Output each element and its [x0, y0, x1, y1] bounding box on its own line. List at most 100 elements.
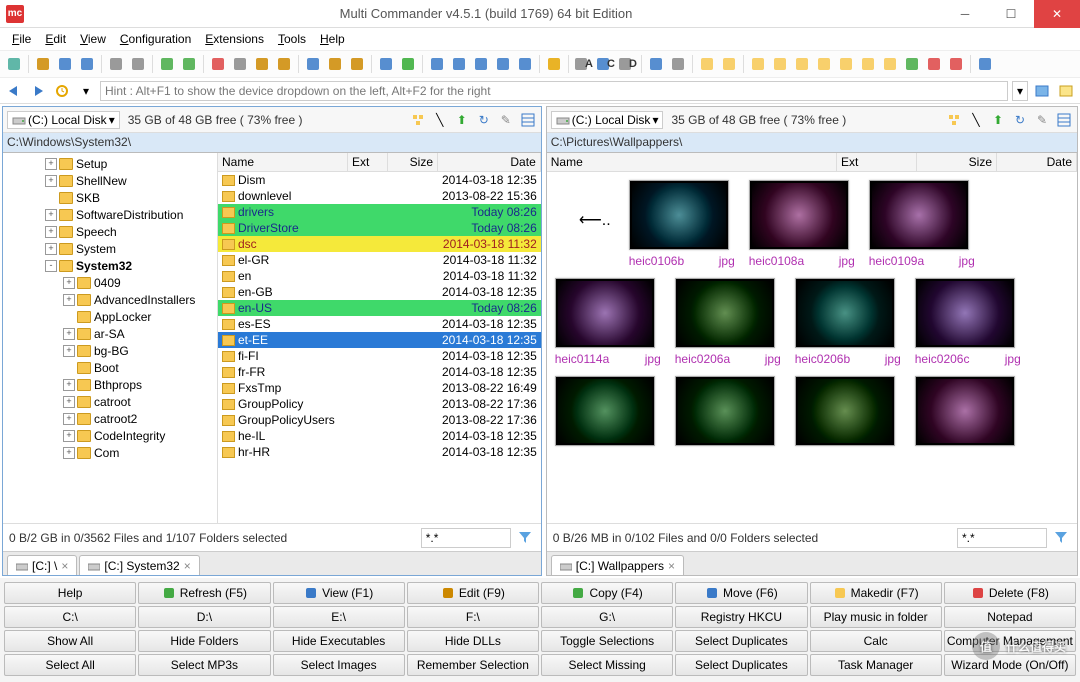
fn-button[interactable]: Help: [4, 582, 136, 604]
thumbnail-image[interactable]: [675, 376, 775, 446]
fn-button[interactable]: Wizard Mode (On/Off): [944, 654, 1076, 676]
dropdown-icon[interactable]: ▾: [76, 81, 96, 101]
thumb-item[interactable]: [675, 376, 781, 446]
fn-button[interactable]: Toggle Selections: [541, 630, 673, 652]
thumb-item[interactable]: heic0206cjpg: [915, 278, 1021, 366]
close-button[interactable]: ✕: [1034, 0, 1080, 28]
copy3-icon[interactable]: [471, 54, 491, 74]
drvD-icon[interactable]: D: [617, 54, 637, 74]
tree-label[interactable]: catroot2: [94, 412, 137, 426]
rename-icon[interactable]: [303, 54, 323, 74]
right-path[interactable]: C:\Pictures\Wallpappers\: [547, 133, 1077, 153]
home-icon[interactable]: [924, 54, 944, 74]
thumbnail-image[interactable]: [555, 376, 655, 446]
fld6-icon[interactable]: [814, 54, 834, 74]
tree-node[interactable]: AppLocker: [5, 308, 215, 325]
doc-red-icon[interactable]: [208, 54, 228, 74]
tree-node[interactable]: +Setup: [5, 155, 215, 172]
thumbnail-image[interactable]: [749, 180, 849, 250]
left-filter-input[interactable]: [421, 528, 511, 548]
maximize-button[interactable]: ☐: [988, 0, 1034, 28]
tree-label[interactable]: System: [76, 242, 116, 256]
fn-button[interactable]: Copy (F4): [541, 582, 673, 604]
tree-expand-icon[interactable]: +: [45, 226, 57, 238]
box-plus-icon[interactable]: [274, 54, 294, 74]
fld5-icon[interactable]: [792, 54, 812, 74]
funnel-icon[interactable]: [1053, 529, 1071, 547]
panel-tab[interactable]: [C:] Wallpappers×: [551, 555, 684, 575]
up-icon[interactable]: ⬆: [989, 111, 1007, 129]
file-row[interactable]: FxsTmp2013-08-22 16:49: [218, 380, 541, 396]
left-filelist[interactable]: Name Ext Size Date Dism2014-03-18 12:35d…: [218, 153, 541, 523]
col-date[interactable]: Date: [997, 153, 1077, 171]
tree-node[interactable]: +0409: [5, 274, 215, 291]
menu-extensions[interactable]: Extensions: [199, 30, 270, 48]
colors-icon[interactable]: [544, 54, 564, 74]
wand-icon[interactable]: ✎: [1033, 111, 1051, 129]
file-row[interactable]: es-ES2014-03-18 12:35: [218, 316, 541, 332]
menu-edit[interactable]: Edit: [39, 30, 72, 48]
thumb-item[interactable]: heic0114ajpg: [555, 278, 661, 366]
file-row[interactable]: GroupPolicyUsers2013-08-22 17:36: [218, 412, 541, 428]
fn-button[interactable]: Remember Selection: [407, 654, 539, 676]
fn-button[interactable]: Select Duplicates: [675, 654, 807, 676]
tree-expand-icon[interactable]: +: [63, 294, 75, 306]
col-date[interactable]: Date: [438, 153, 541, 171]
menu-help[interactable]: Help: [314, 30, 351, 48]
tree-expand-icon[interactable]: -: [45, 260, 57, 272]
thumbnail-image[interactable]: [629, 180, 729, 250]
tree-node[interactable]: +AdvancedInstallers: [5, 291, 215, 308]
fn-button[interactable]: Move (F6): [675, 582, 807, 604]
file-row[interactable]: he-IL2014-03-18 12:35: [218, 428, 541, 444]
file-row[interactable]: Dism2014-03-18 12:35: [218, 172, 541, 188]
menu-file[interactable]: File: [6, 30, 37, 48]
col-ext[interactable]: Ext: [837, 153, 917, 171]
fn-button[interactable]: C:\: [4, 606, 136, 628]
tree-expand-icon[interactable]: +: [63, 447, 75, 459]
pack-icon[interactable]: [325, 54, 345, 74]
fn-button[interactable]: Refresh (F5): [138, 582, 270, 604]
tree-label[interactable]: AppLocker: [94, 310, 151, 324]
fn-button[interactable]: E:\: [273, 606, 405, 628]
right-columns-header[interactable]: Name Ext Size Date: [547, 153, 1077, 172]
thumbnail-image[interactable]: [675, 278, 775, 348]
fn-button[interactable]: Show All: [4, 630, 136, 652]
tree-label[interactable]: SoftwareDistribution: [76, 208, 183, 222]
fn-button[interactable]: Play music in folder: [810, 606, 942, 628]
thumbnail-image[interactable]: [915, 278, 1015, 348]
fn-button[interactable]: Calc: [810, 630, 942, 652]
wand-icon[interactable]: ✎: [497, 111, 515, 129]
tree-expand-icon[interactable]: +: [63, 277, 75, 289]
col-size[interactable]: Size: [917, 153, 997, 171]
drvA-icon[interactable]: A: [573, 54, 593, 74]
thumbnail-image[interactable]: [915, 376, 1015, 446]
fn-button[interactable]: Notepad: [944, 606, 1076, 628]
file-row[interactable]: et-EE2014-03-18 12:35: [218, 332, 541, 348]
tree-expand-icon[interactable]: [45, 192, 57, 204]
slash-icon[interactable]: ╲: [431, 111, 449, 129]
drvB-icon[interactable]: C: [595, 54, 615, 74]
box-icon[interactable]: [252, 54, 272, 74]
refresh-panel-icon[interactable]: ↻: [1011, 111, 1029, 129]
thumb-item[interactable]: [555, 376, 661, 446]
tree-label[interactable]: CodeIntegrity: [94, 429, 165, 443]
tree-label[interactable]: System32: [76, 259, 132, 273]
layout2-icon[interactable]: [128, 54, 148, 74]
tree-node[interactable]: +catroot2: [5, 410, 215, 427]
thumb-item[interactable]: heic0106bjpg: [629, 180, 735, 268]
menu-view[interactable]: View: [74, 30, 112, 48]
tree-node[interactable]: Boot: [5, 359, 215, 376]
menu-tools[interactable]: Tools: [272, 30, 312, 48]
tree-label[interactable]: ar-SA: [94, 327, 125, 341]
star-icon[interactable]: [880, 54, 900, 74]
find-icon[interactable]: [376, 54, 396, 74]
thumbnail-image[interactable]: [869, 180, 969, 250]
fld3-icon[interactable]: [748, 54, 768, 74]
tree-expand-icon[interactable]: +: [63, 328, 75, 340]
left-tree[interactable]: +Setup+ShellNewSKB+SoftwareDistribution+…: [3, 153, 218, 523]
close-tab-icon[interactable]: ×: [668, 559, 675, 573]
tree-icon[interactable]: [409, 111, 427, 129]
panel-tab[interactable]: [C:] \×: [7, 555, 77, 575]
fn-button[interactable]: Delete (F8): [944, 582, 1076, 604]
file-row[interactable]: hr-HR2014-03-18 12:35: [218, 444, 541, 460]
